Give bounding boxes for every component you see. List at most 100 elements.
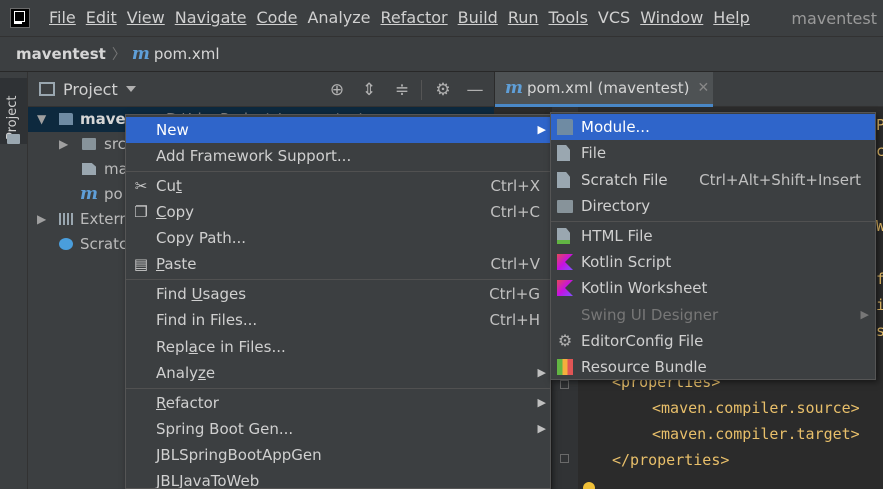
chevron-right-icon[interactable]: ▶ — [59, 132, 68, 157]
menu-build[interactable]: Build — [453, 0, 503, 36]
chevron-right-icon: ▶ — [860, 308, 869, 321]
scissors-icon: ✂ — [134, 177, 148, 195]
menu-view[interactable]: View — [122, 0, 170, 36]
menu-item-copy[interactable]: ❐ Copy Ctrl+C — [126, 199, 550, 225]
breadcrumb-project[interactable]: maventest — [16, 45, 106, 63]
project-window-icon — [39, 82, 55, 96]
lightbulb-icon[interactable] — [583, 482, 595, 489]
gear-icon[interactable]: ⚙ — [433, 80, 453, 100]
clipboard-icon: ▤ — [133, 255, 149, 273]
menu-file[interactable]: File — [44, 0, 81, 36]
maven-icon: m — [80, 184, 98, 204]
scratch-file-icon — [557, 172, 570, 188]
menu-tools[interactable]: Tools — [544, 0, 593, 36]
menu-item-jbl-spring-boot-app-gen[interactable]: JBLSpringBootAppGen — [126, 442, 550, 468]
html-file-icon — [557, 228, 570, 244]
locate-icon[interactable]: ⊕ — [327, 80, 347, 100]
menu-help[interactable]: Help — [708, 0, 754, 36]
code-line: <maven.compiler.source> — [652, 399, 860, 417]
file-icon — [82, 163, 96, 175]
fold-marker[interactable] — [560, 380, 569, 389]
menu-analyze[interactable]: Analyze — [302, 0, 375, 36]
menu-item-spring-boot-gen[interactable]: Spring Boot Gen... ▶ — [126, 416, 550, 442]
menu-item-add-framework-support[interactable]: Add Framework Support... — [126, 143, 550, 169]
editor-tab-label: pom.xml (maventest) — [527, 79, 690, 97]
main-menu-bar: File Edit View Navigate Code Analyze Ref… — [0, 0, 883, 36]
maven-icon: m — [505, 78, 523, 98]
code-line-fragment: f — [876, 270, 883, 288]
window-title: maventest — [791, 8, 877, 28]
kotlin-icon — [557, 254, 573, 270]
code-line: </properties> — [612, 451, 730, 469]
tree-label: Scratc — [80, 235, 128, 253]
menu-item-replace-in-files[interactable]: Replace in Files... — [126, 334, 550, 360]
menu-item-copy-path[interactable]: Copy Path... — [126, 225, 550, 251]
module-folder-icon — [59, 113, 73, 125]
editor-tabs: m pom.xml (maventest) ✕ — [495, 72, 883, 107]
folder-icon — [82, 138, 96, 150]
project-view-selector[interactable]: Project — [63, 80, 118, 99]
menu-item-analyze[interactable]: Analyze ▶ — [126, 360, 550, 386]
menu-navigate[interactable]: Navigate — [170, 0, 252, 36]
breadcrumb-file[interactable]: pom.xml — [154, 45, 220, 63]
menu-item-find-in-files[interactable]: Find in Files... Ctrl+H — [126, 307, 550, 333]
menu-code[interactable]: Code — [252, 0, 303, 36]
folder-icon — [557, 200, 573, 213]
chevron-right-icon: ▶ — [537, 366, 546, 379]
menu-separator — [126, 171, 550, 172]
editor-tab-pom[interactable]: m pom.xml (maventest) ✕ — [495, 72, 713, 107]
menu-item-find-usages[interactable]: Find Usages Ctrl+G — [126, 281, 550, 307]
collapse-all-icon[interactable]: ≑ — [392, 80, 412, 100]
expand-all-icon[interactable]: ⇕ — [359, 80, 379, 100]
resource-bundle-icon — [557, 359, 573, 375]
intellij-logo-icon — [10, 8, 30, 28]
chevron-right-icon: ▶ — [537, 396, 546, 409]
navigation-bar: maventest 〉 m pom.xml — [0, 36, 883, 72]
breadcrumb-separator: 〉 — [111, 47, 126, 63]
code-line-fragment: i — [876, 296, 883, 314]
code-line: <maven.compiler.target> — [652, 425, 860, 443]
submenu-item-directory[interactable]: Directory — [551, 193, 875, 219]
tree-label: po — [104, 185, 123, 203]
submenu-item-swing-ui-designer: Swing UI Designer ▶ — [551, 302, 875, 328]
menu-item-refactor[interactable]: Refactor ▶ — [126, 390, 550, 416]
minimize-icon[interactable]: — — [465, 80, 485, 100]
chevron-down-icon[interactable] — [125, 86, 136, 92]
menu-item-jbl-java-to-web[interactable]: JBLJavaToWeb — [126, 468, 550, 488]
scratches-icon — [59, 238, 73, 250]
code-line-fragment: P — [876, 116, 883, 134]
menu-vcs[interactable]: VCS — [593, 0, 635, 36]
close-icon[interactable]: ✕ — [697, 80, 709, 96]
file-icon — [557, 145, 570, 161]
toolbar-divider — [421, 80, 422, 100]
menu-window[interactable]: Window — [635, 0, 708, 36]
library-icon — [59, 213, 73, 225]
menu-item-cut[interactable]: ✂ Cut Ctrl+X — [126, 173, 550, 199]
submenu-item-editorconfig-file[interactable]: ⚙ EditorConfig File — [551, 328, 875, 354]
submenu-item-scratch-file[interactable]: Scratch File Ctrl+Alt+Shift+Insert — [551, 167, 875, 193]
chevron-right-icon[interactable]: ▶ — [37, 207, 46, 232]
menu-separator — [551, 221, 875, 222]
submenu-item-file[interactable]: File — [551, 140, 875, 166]
fold-marker[interactable] — [560, 454, 569, 463]
project-context-menu: New ▶ Add Framework Support... ✂ Cut Ctr… — [125, 114, 551, 489]
submenu-item-kotlin-script[interactable]: Kotlin Script — [551, 249, 875, 275]
submenu-item-module[interactable]: Module... — [551, 114, 875, 140]
menu-refactor[interactable]: Refactor — [376, 0, 453, 36]
code-line-fragment: W — [876, 217, 883, 235]
maven-icon: m — [131, 44, 150, 64]
code-line-fragment: s — [876, 322, 883, 340]
copy-icon: ❐ — [134, 203, 148, 221]
menu-item-paste[interactable]: ▤ Paste Ctrl+V — [126, 251, 550, 277]
menu-item-new[interactable]: New ▶ — [126, 117, 550, 143]
new-submenu: Module... File Scratch File Ctrl+Alt+Shi… — [550, 112, 876, 380]
kotlin-icon — [557, 280, 573, 296]
submenu-item-html-file[interactable]: HTML File — [551, 223, 875, 249]
submenu-item-kotlin-worksheet[interactable]: Kotlin Worksheet — [551, 275, 875, 301]
chevron-down-icon[interactable]: ▼ — [37, 107, 46, 132]
menu-run[interactable]: Run — [503, 0, 544, 36]
tree-label: Extern — [80, 210, 129, 228]
menu-edit[interactable]: Edit — [81, 0, 122, 36]
submenu-item-resource-bundle[interactable]: Resource Bundle — [551, 354, 875, 380]
project-panel-header: Project ⊕ ⇕ ≑ ⚙ — — [28, 72, 494, 107]
